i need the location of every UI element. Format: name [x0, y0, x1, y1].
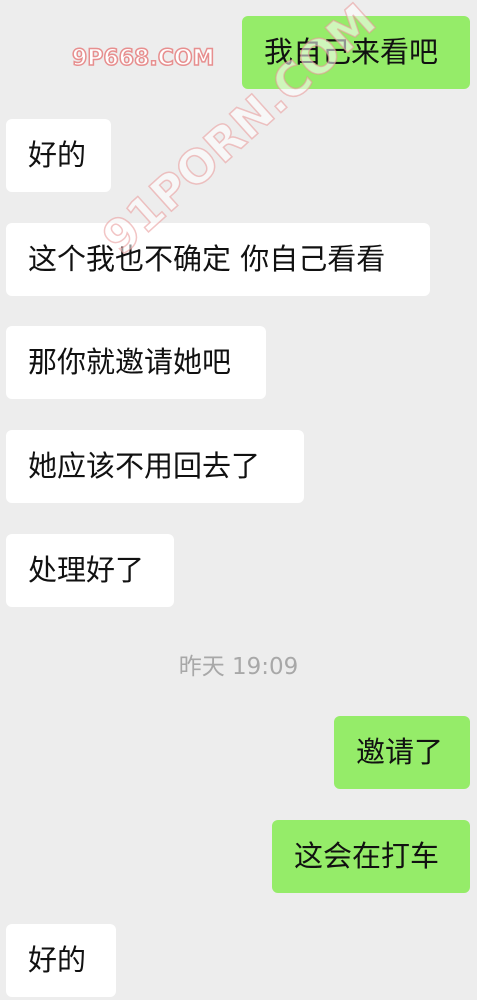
watermark-small: 9P668.COM: [71, 45, 215, 72]
message-timestamp: 昨天 19:09: [178, 654, 299, 680]
message-bubble-incoming[interactable]: 好的: [6, 924, 116, 997]
message-bubble-incoming[interactable]: 她应该不用回去了: [6, 430, 304, 503]
message-bubble-outgoing[interactable]: 邀请了: [334, 716, 470, 789]
chat-area[interactable]: 我自己来看吧 好的 这个我也不确定 你自己看看 那你就邀请她吧 她应该不用回去了…: [0, 0, 477, 1000]
message-bubble-outgoing[interactable]: 这会在打车: [272, 820, 470, 893]
message-bubble-incoming[interactable]: 这个我也不确定 你自己看看: [6, 223, 430, 296]
message-bubble-incoming[interactable]: 处理好了: [6, 534, 174, 607]
message-bubble-incoming[interactable]: 那你就邀请她吧: [6, 326, 266, 399]
message-bubble-incoming[interactable]: 好的: [6, 119, 111, 192]
